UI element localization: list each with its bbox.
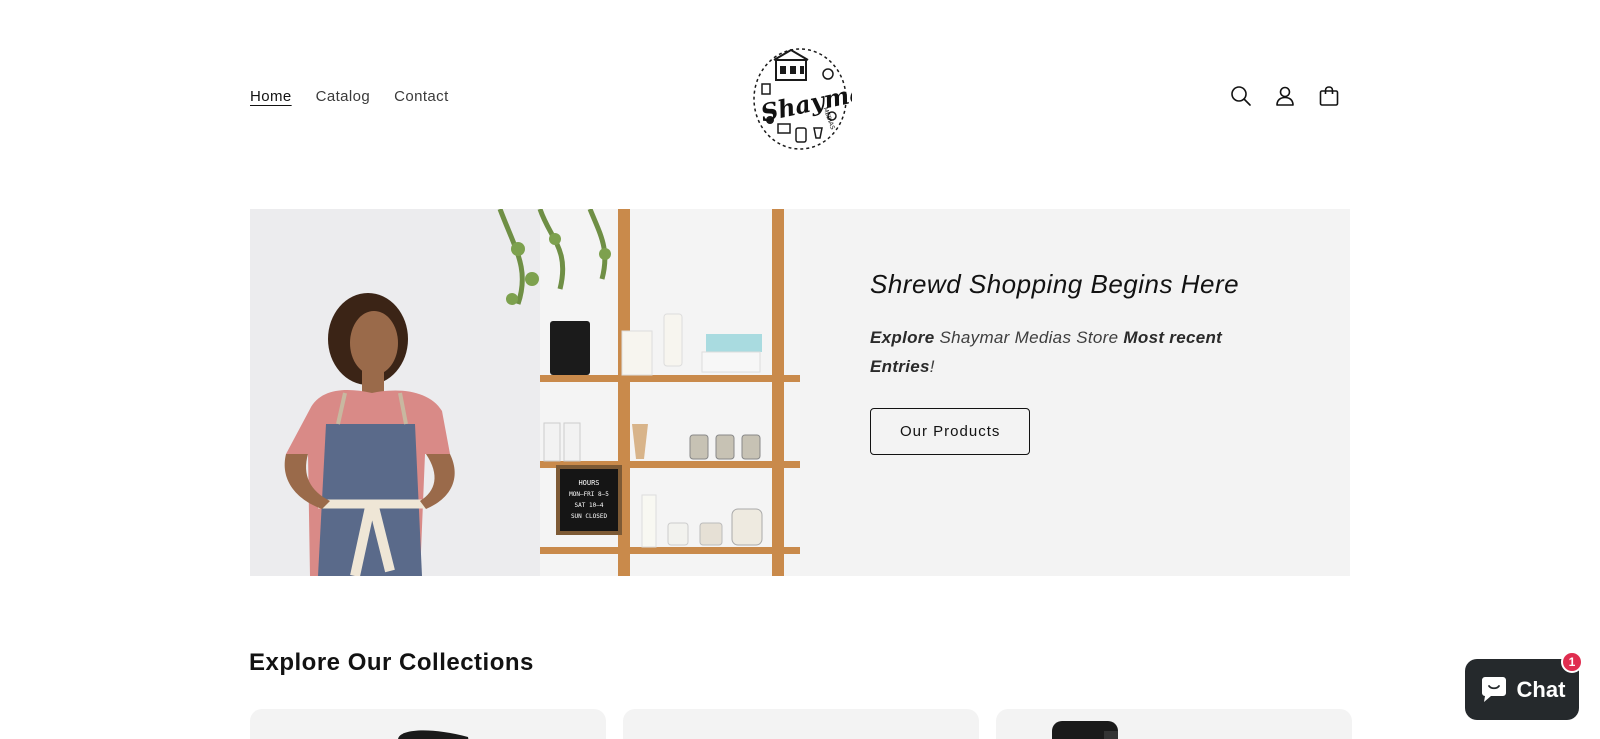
sign-line-2: MON—FRI 8—5: [569, 491, 609, 498]
hero-subtitle-bold-1: Explore: [870, 328, 935, 347]
collection-image: [1052, 721, 1118, 739]
chat-bubble-icon: [1481, 676, 1506, 702]
hero-heading: Shrewd Shopping Begins Here: [870, 269, 1240, 299]
collections-title: Explore Our Collections: [249, 649, 534, 676]
collection-card[interactable]: [996, 709, 1352, 739]
hero-subtitle-text-2: !: [929, 357, 935, 376]
hero-banner: HOURS MON—FRI 8—5 SAT 10—4 SUN CLOSED Sh…: [250, 209, 1350, 576]
collection-image: [398, 730, 469, 739]
store-logo[interactable]: Shaymar MEDIAS: [748, 44, 882, 154]
collection-card[interactable]: [623, 709, 979, 739]
shop-owner-photo: HOURS MON—FRI 8—5 SAT 10—4 SUN CLOSED: [250, 209, 800, 576]
header-actions: [1229, 84, 1341, 108]
sign-line-1: HOURS: [578, 479, 599, 487]
sign-line-3: SAT 10—4: [575, 502, 604, 509]
cart-icon[interactable]: [1317, 84, 1341, 108]
account-icon[interactable]: [1273, 84, 1297, 108]
chat-notification-badge: 1: [1561, 651, 1583, 673]
main-nav: Home Catalog Contact: [250, 88, 449, 105]
chat-label: Chat: [1516, 676, 1566, 702]
hero-subtitle: Explore Shaymar Medias Store Most recent…: [870, 323, 1270, 381]
sign-line-4: SUN CLOSED: [571, 513, 608, 520]
hero-subtitle-text-1: Shaymar Medias Store: [934, 328, 1124, 347]
site-header: Home Catalog Contact Shaymar MEDIAS: [0, 0, 1600, 195]
search-icon[interactable]: [1229, 84, 1253, 108]
hero-image: HOURS MON—FRI 8—5 SAT 10—4 SUN CLOSED: [250, 209, 800, 576]
our-products-button[interactable]: Our Products: [870, 408, 1031, 455]
logo-emblem: Shaymar MEDIAS: [753, 48, 882, 150]
nav-catalog-link[interactable]: Catalog: [316, 88, 371, 105]
hero-content: Shrewd Shopping Begins Here Explore Shay…: [800, 209, 1350, 576]
nav-home-link[interactable]: Home: [250, 88, 292, 105]
collection-card[interactable]: [250, 709, 606, 739]
nav-contact-link[interactable]: Contact: [394, 88, 449, 105]
